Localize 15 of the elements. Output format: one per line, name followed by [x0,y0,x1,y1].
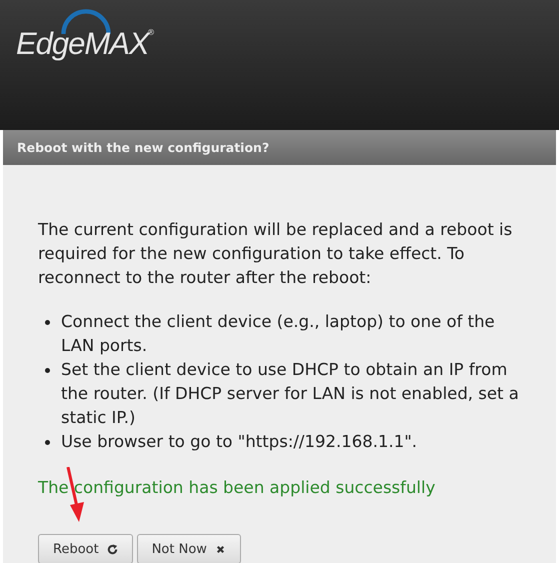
logo: EdgeMAX [16,26,149,62]
bullet-icon [45,320,50,325]
success-message: The configuration has been applied successfully [38,477,436,499]
message-text: The current configuration will be replaced and a reboot is required for the new configuration to take effect. To reconnect to the router after the reboot: [38,219,514,289]
close-icon [214,544,226,554]
step-text: Connect the client device (e.g., laptop) to one of the LAN ports. [61,311,496,357]
bullet-icon [45,368,50,373]
bullet-icon [45,440,50,445]
dialog-title: Reboot with the new configuration? [3,130,556,165]
step-text: Use browser to go to "https://192.168.1.1". [61,431,418,453]
refresh-icon [106,544,118,554]
step-text: Set the client device to use DHCP to obtain an IP from the router. (If DHCP server for LAN is not enabled, set a static IP.) [61,359,520,429]
dialog-button[interactable]: Not Now [136,534,241,563]
trademark-mark: ® [147,28,155,37]
dialog-button[interactable]: Reboot [38,534,133,563]
